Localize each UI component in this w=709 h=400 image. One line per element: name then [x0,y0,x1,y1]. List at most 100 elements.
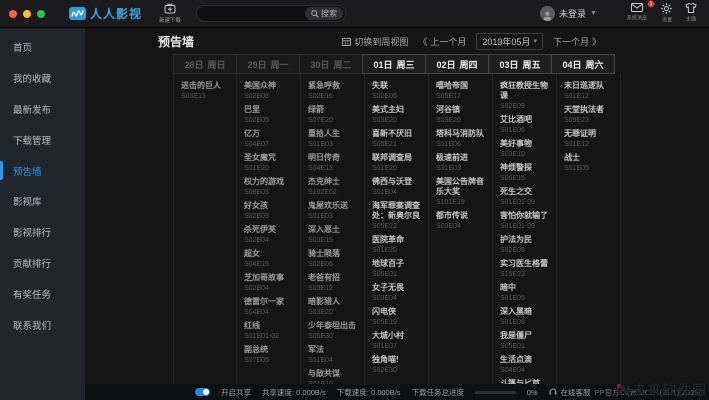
show-item[interactable]: 圣女魔咒S01E20 [244,153,295,173]
prev-month-button[interactable]: 《 上一个月 [418,35,466,48]
sidebar-item[interactable]: 联系我们 [0,309,85,340]
show-item[interactable]: 无罪证明S01E12 [564,129,615,149]
show-item[interactable]: 美国众神S02E08 [244,81,295,101]
show-item[interactable]: 明日传奇S04E13 [308,153,359,173]
show-item[interactable]: 大城小村S01E07 [372,331,423,351]
show-item[interactable]: 亿万S04E07 [244,129,295,149]
show-item[interactable]: 芝加哥故事S02E04 [244,273,295,293]
show-item[interactable]: 战士S01E05 [564,153,615,173]
show-item[interactable]: 美式主妇S03E20 [372,105,423,125]
sidebar-item[interactable]: 下载管理 [0,124,85,155]
show-item[interactable]: 进击的巨人S03E13 [181,81,231,101]
day-date: 02日 [436,58,455,71]
show-item[interactable]: 独角喵!S02E30 [372,355,423,375]
show-item[interactable]: 女子无畏S03E04 [372,283,423,303]
share-toggle[interactable] [195,388,210,396]
show-title: 河谷镇 [436,105,487,115]
show-title: 疯狂教授生物课 [500,81,551,101]
show-item[interactable]: 紧急呼救S02E16 [308,81,359,101]
show-item[interactable]: 害怕你就输了S01E01-09 [500,211,551,231]
show-title: 死生之交 [500,187,551,197]
new-download-button[interactable]: 新建下载 [158,3,182,24]
show-item[interactable]: 神烦警探S06E15 [500,163,551,183]
show-item[interactable]: 深入黑暗S01E08 [500,307,551,327]
show-item[interactable]: 佛西与沃登S01E04 [372,177,423,197]
show-item[interactable]: 重拾人生S01E03 [308,129,359,149]
sidebar-item[interactable]: 我的收藏 [0,63,85,94]
show-item[interactable]: 深入恶土S03E15 [308,225,359,245]
show-item[interactable]: 好女孩S02E09 [244,201,295,221]
online-service-link[interactable]: 在线客服 [561,387,591,398]
show-title: 都市传说 [436,211,487,221]
show-item[interactable]: 杀死伊芙S02E04 [244,225,295,245]
page-title: 预告墙 [158,33,194,50]
show-item[interactable]: 红线S01E01-02 [244,321,295,341]
topbar-action-tshirt[interactable]: 主题 [685,3,697,24]
show-item[interactable]: 鬼屋欢乐送S01E03 [308,201,359,221]
show-item[interactable]: 失联S02E06 [372,81,423,101]
show-item[interactable]: 权力的游戏S08E03 [244,177,295,197]
show-item[interactable]: 与敌共谋S01E10 [308,369,359,384]
show-item[interactable]: 塔科马消防队S01E06 [436,129,487,149]
show-item[interactable]: 美好事物S03E10 [500,139,551,159]
show-item[interactable]: 骑士陨落S02E06 [308,249,359,269]
sidebar-item[interactable]: 预告墙 [0,155,85,186]
chevron-down-icon: ▼ [590,10,597,17]
show-item[interactable]: 极速前进S31E03 [436,153,487,173]
sidebar-item[interactable]: 有奖任务 [0,278,85,309]
sidebar-item[interactable]: 最新发布 [0,94,85,125]
show-item[interactable]: 暗影猎人S03E20 [308,297,359,317]
app-name: 人人影视 [90,5,142,22]
notification-badge: 1 [648,1,655,8]
show-item[interactable]: 闪电侠S05E19 [372,307,423,327]
show-item[interactable]: 少年泰坦出击S05E30 [308,321,359,341]
day-date: 01日 [373,58,392,71]
show-item[interactable]: 老爸有招S03E12 [308,273,359,293]
user-menu[interactable]: 未登录 ▼ [540,6,597,21]
show-item[interactable]: 联邦调查局S01E20 [372,153,423,173]
sidebar-item[interactable]: 贡献排行 [0,248,85,279]
close-button[interactable] [9,10,17,18]
sidebar-item[interactable]: 首页 [0,32,85,63]
show-episode-code: S01E12 [564,92,615,101]
show-item[interactable]: 美国公告牌音乐大奖S101E19 [436,177,487,207]
topbar-action-gear[interactable]: 设置 [661,3,673,24]
show-item[interactable]: 生活点滴S04E04 [500,355,551,375]
share-speed: 共享速度: 0.000B/s [262,387,326,398]
show-item[interactable]: 德雷尔一家S04E04 [244,297,295,317]
show-item[interactable]: 医院革命S01E20 [372,235,423,255]
search-input[interactable] [205,9,305,18]
show-item[interactable]: 地球百子S06E01 [372,259,423,279]
show-item[interactable]: 杰克绅士S102E02 [308,177,359,197]
topbar-action-mail[interactable]: 1系统消息 [625,3,649,24]
show-item[interactable]: 喜新不厌旧S05E21 [372,129,423,149]
zoom-button[interactable] [37,10,45,18]
show-item[interactable]: 我是僵尸S05E01 [500,331,551,351]
day-column: 美国众神S02E08 巴里S02E05 亿万S04E07 圣女魔咒S01E20 权力的游… [237,74,301,384]
show-item[interactable]: 嘻哈帝国S05E17 [436,81,487,101]
sidebar-item[interactable]: 影视排行 [0,217,85,248]
minimize-button[interactable] [23,10,31,18]
show-item[interactable]: 超女S04E19 [244,249,295,269]
show-item[interactable]: 海军罪案调查处：新奥尔良S05E22 [372,201,423,231]
show-item[interactable]: 绿箭S07E20 [308,105,359,125]
show-item[interactable]: 实习医生格蕾S15E23 [500,259,551,279]
search-button[interactable]: 搜索 [305,7,343,20]
month-selector[interactable]: 2019年05月 ▾ [476,33,543,50]
show-item[interactable]: 都市传说S03E04 [436,211,487,231]
next-month-button[interactable]: 下一个月 》 [553,35,601,48]
show-item[interactable]: 死生之交S01E01-09 [500,187,551,207]
show-item[interactable]: 副总统S07E05 [244,345,295,365]
show-item[interactable]: 护法为民S02E08 [500,235,551,255]
show-item[interactable]: 河谷镇S03E20 [436,105,487,125]
show-item[interactable]: 巴里S02E05 [244,105,295,125]
show-item[interactable]: 天堂执法者S09E23 [564,105,615,125]
show-title: 佛西与沃登 [372,177,423,187]
show-item[interactable]: 末日巡逻队S01E12 [564,81,615,101]
show-item[interactable]: 疯狂教授生物课S02E09 [500,81,551,111]
show-item[interactable]: 军法S01E04 [308,345,359,365]
show-item[interactable]: 艾比酒吧S01E06 [500,115,551,135]
switch-week-view-button[interactable]: 切换到周视图 [342,35,408,48]
show-item[interactable]: 暗中S01E05 [500,283,551,303]
sidebar-item[interactable]: 影视库 [0,186,85,217]
